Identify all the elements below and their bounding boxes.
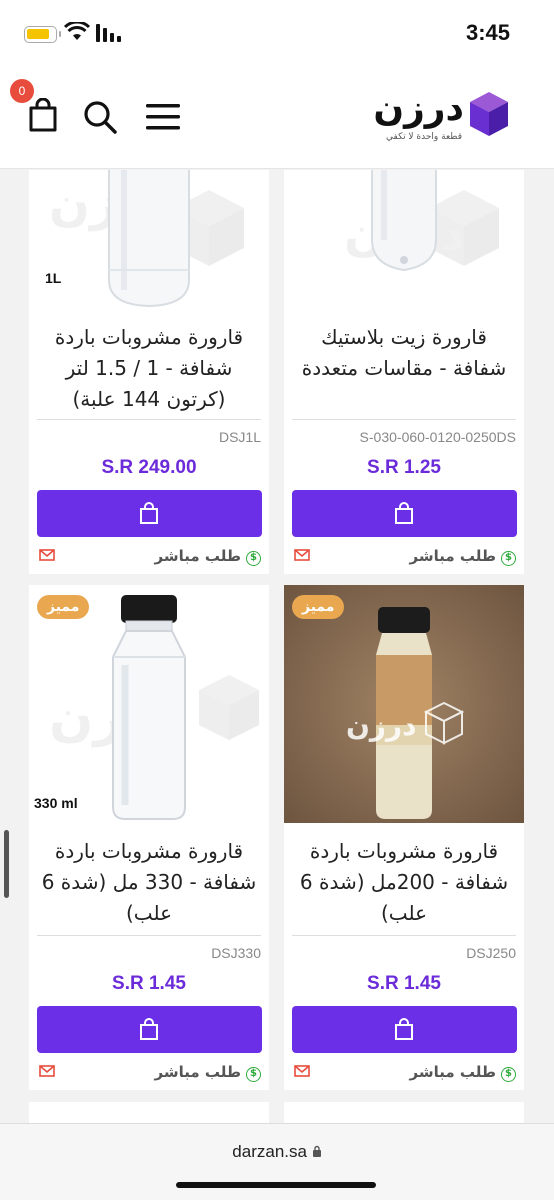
- direct-order-label: طلب مباشر: [409, 1063, 496, 1081]
- direct-order-link[interactable]: $ طلب مباشر: [410, 1063, 516, 1082]
- direct-order-label: طلب مباشر: [409, 547, 496, 565]
- product-grid: درزن قارورة زيت بلاستيك شفافة - مقاسات م…: [0, 170, 554, 1123]
- product-sku: DSJ330: [211, 945, 261, 961]
- svg-text:درزن: درزن: [346, 709, 417, 742]
- wifi-icon: [64, 22, 90, 40]
- mail-icon[interactable]: [294, 1065, 310, 1077]
- cart-count-badge: 0: [10, 79, 34, 103]
- product-sku: DSJ1L: [218, 429, 261, 445]
- search-icon[interactable]: [83, 100, 117, 134]
- add-to-cart-button[interactable]: [37, 490, 262, 537]
- product-price: S.R 1.45: [367, 973, 441, 994]
- direct-order-label: طلب مباشر: [154, 547, 241, 565]
- cart-icon: [395, 1018, 413, 1040]
- direct-order-link[interactable]: $ طلب مباشر: [155, 547, 261, 566]
- divider: [292, 419, 516, 420]
- product-sku: S-030-060-0120-0250DS: [359, 429, 516, 445]
- mail-icon[interactable]: [39, 1065, 55, 1077]
- product-image[interactable]: درزن مميز 330 ml: [29, 585, 269, 823]
- add-to-cart-button[interactable]: [292, 1006, 517, 1053]
- product-title[interactable]: قارورة زيت بلاستيك شفافة - مقاسات متعددة: [294, 322, 514, 384]
- address-bar[interactable]: darzan.sa: [0, 1142, 554, 1162]
- product-title[interactable]: قارورة مشروبات باردة شفافة - 1 / 1.5 لتر…: [39, 322, 259, 415]
- featured-badge: مميز: [37, 595, 90, 619]
- site-logo-text[interactable]: درزن: [373, 88, 464, 129]
- product-image[interactable]: درزن 1L: [29, 170, 269, 310]
- dollar-icon: $: [501, 1067, 516, 1082]
- add-to-cart-button[interactable]: [37, 1006, 262, 1053]
- status-time: 3:45: [465, 20, 510, 45]
- product-image[interactable]: درزن مميز: [284, 585, 524, 823]
- logo-tagline: قطعة واحدة لا تكفي: [386, 132, 462, 142]
- battery-icon: [24, 26, 61, 43]
- dollar-icon: $: [246, 1067, 261, 1082]
- product-card[interactable]: درزن مميز 330 ml قارورة مشروبات باردة شف…: [29, 585, 269, 1090]
- product-title[interactable]: قارورة مشروبات باردة شفافة - 330 مل (شدة…: [39, 836, 259, 929]
- signal-icon: [96, 24, 121, 42]
- product-sku: DSJ250: [466, 945, 516, 961]
- product-price: S.R 1.45: [112, 973, 186, 994]
- cart-icon: [140, 1018, 158, 1040]
- browser-bar: darzan.sa: [0, 1123, 554, 1200]
- add-to-cart-button[interactable]: [292, 490, 517, 537]
- direct-order-label: طلب مباشر: [154, 1063, 241, 1081]
- product-card[interactable]: [29, 1102, 269, 1123]
- divider: [37, 419, 261, 420]
- url-text: darzan.sa: [232, 1142, 307, 1161]
- scrollbar[interactable]: [4, 830, 9, 898]
- product-card[interactable]: درزن 1L قارورة مشروبات باردة شفافة - 1 /…: [29, 170, 269, 574]
- volume-label: 330 ml: [34, 795, 78, 811]
- cart-icon: [395, 502, 413, 524]
- product-price: S.R 249.00: [101, 457, 197, 478]
- lock-icon: [312, 1145, 321, 1157]
- site-header: 0 درزن قطعة واحدة لا تكفي: [0, 66, 554, 169]
- product-card[interactable]: درزن مميز قارورة مشروبات باردة شفافة - 2…: [284, 585, 524, 1090]
- volume-label: 1L: [45, 270, 62, 286]
- divider: [292, 935, 516, 936]
- mail-icon[interactable]: [294, 549, 310, 561]
- product-image[interactable]: درزن: [284, 170, 524, 310]
- cart-icon: [140, 502, 158, 524]
- direct-order-link[interactable]: $ طلب مباشر: [410, 547, 516, 566]
- home-indicator[interactable]: [176, 1182, 376, 1188]
- product-title[interactable]: قارورة مشروبات باردة شفافة - 200مل (شدة …: [294, 836, 514, 929]
- product-card[interactable]: درزن قارورة زيت بلاستيك شفافة - مقاسات م…: [284, 170, 524, 574]
- dollar-icon: $: [246, 551, 261, 566]
- product-card[interactable]: [284, 1102, 524, 1123]
- logo-cube-icon[interactable]: [468, 90, 510, 138]
- direct-order-link[interactable]: $ طلب مباشر: [155, 1063, 261, 1082]
- divider: [37, 935, 261, 936]
- cart-icon[interactable]: [28, 98, 58, 132]
- menu-icon[interactable]: [146, 104, 180, 130]
- dollar-icon: $: [501, 551, 516, 566]
- mail-icon[interactable]: [39, 549, 55, 561]
- product-price: S.R 1.25: [367, 457, 441, 478]
- status-bar: 3:45: [0, 0, 554, 66]
- featured-badge: مميز: [292, 595, 345, 619]
